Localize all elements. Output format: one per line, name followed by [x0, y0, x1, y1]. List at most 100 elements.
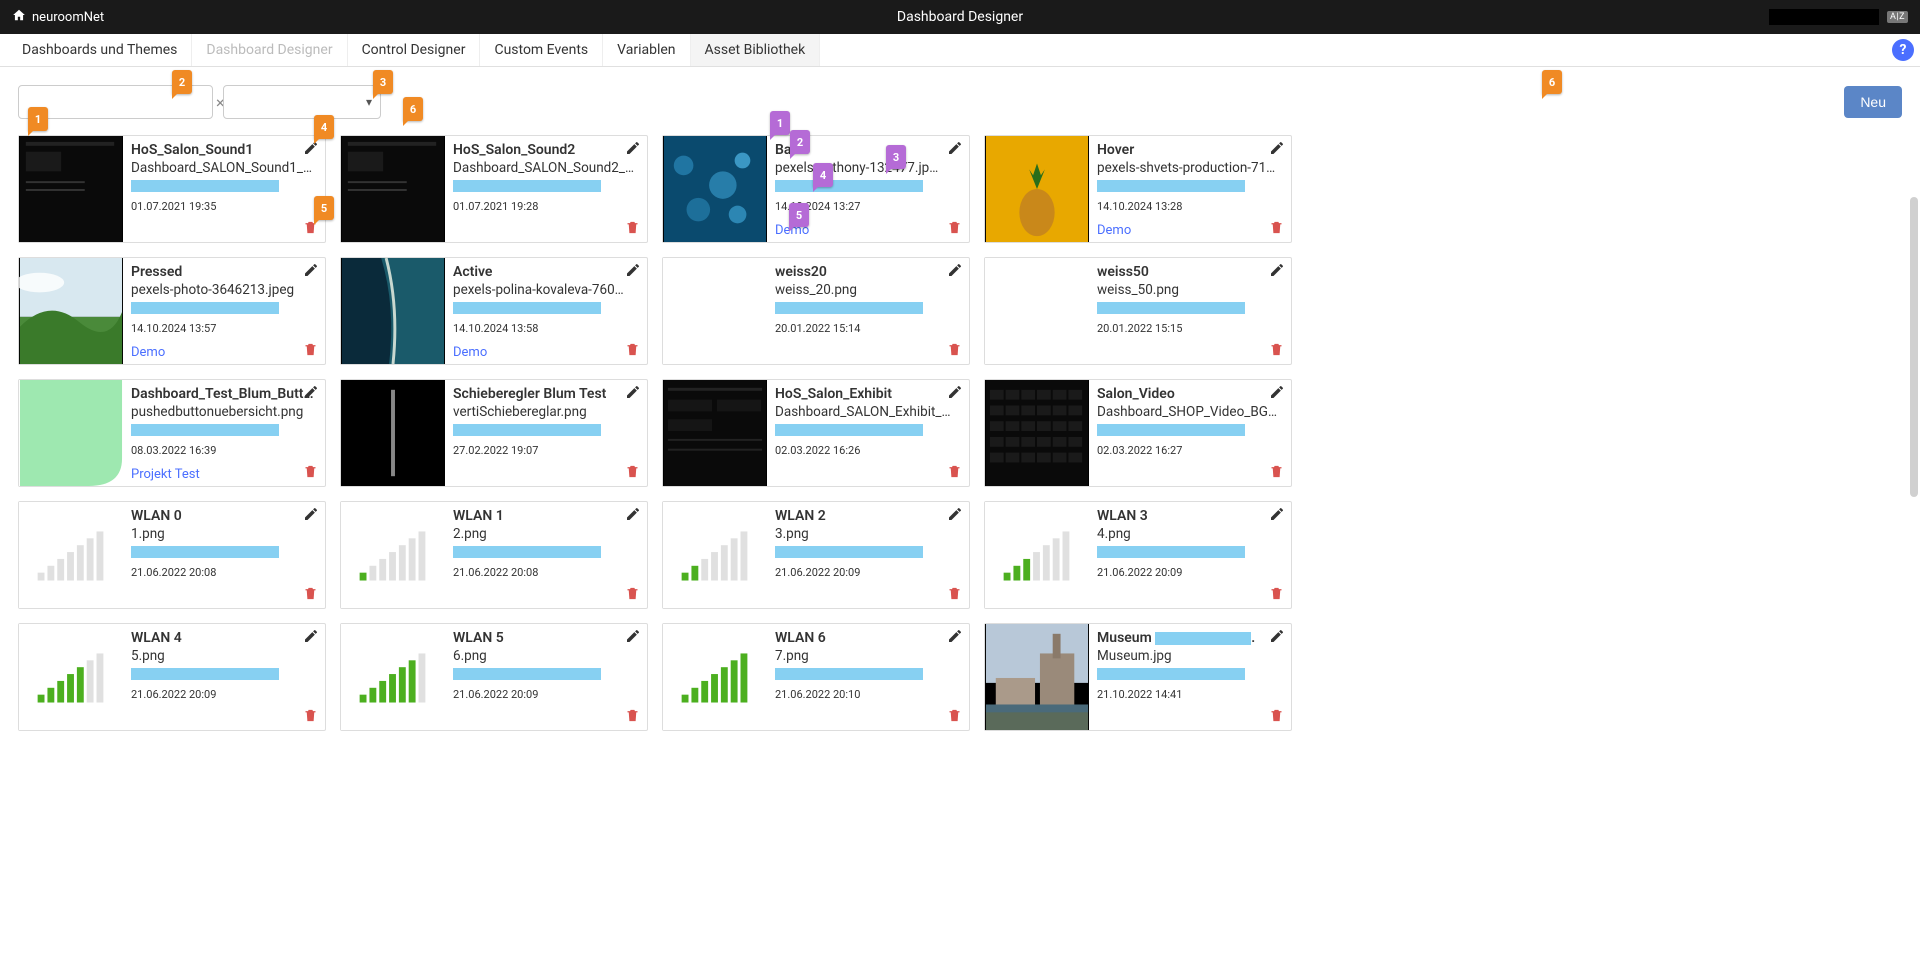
scrollbar[interactable] [1910, 157, 1918, 731]
asset-tag[interactable]: Projekt Test [131, 467, 319, 482]
new-button[interactable]: Neu [1844, 86, 1902, 118]
tab-custom-events[interactable]: Custom Events [480, 34, 603, 66]
edit-icon[interactable] [625, 262, 643, 280]
asset-card[interactable]: WLAN 6 7.png 21.06.2022 20:10 [662, 623, 970, 731]
asset-card[interactable]: Dashboard_Test_Blum_Butto… pushedbuttonu… [18, 379, 326, 487]
edit-icon[interactable] [303, 628, 321, 646]
delete-icon[interactable] [1269, 708, 1287, 726]
asset-thumbnail [341, 502, 445, 608]
highlight-bar [1097, 302, 1245, 314]
edit-icon[interactable] [1269, 506, 1287, 524]
edit-icon[interactable] [303, 506, 321, 524]
asset-filename: Dashboard_SALON_Sound1_… [131, 160, 319, 176]
edit-icon[interactable] [625, 384, 643, 402]
asset-filename: Dashboard_SHOP_Video_BG… [1097, 404, 1285, 420]
asset-filename: 4.png [1097, 526, 1285, 542]
edit-icon[interactable] [947, 140, 965, 158]
edit-icon[interactable] [303, 262, 321, 280]
asset-card[interactable]: WLAN 3 4.png 21.06.2022 20:09 [984, 501, 1292, 609]
asset-thumbnail [663, 136, 767, 242]
brand[interactable]: neuroomNet [12, 8, 104, 26]
asset-card[interactable]: WLAN 2 3.png 21.06.2022 20:09 [662, 501, 970, 609]
asset-title: WLAN 1 [453, 508, 641, 524]
asset-card[interactable]: WLAN 0 1.png 21.06.2022 20:08 [18, 501, 326, 609]
asset-date: 20.01.2022 15:15 [1097, 322, 1285, 335]
asset-card[interactable]: HoS_Salon_Exhibit Dashboard_SALON_Exhibi… [662, 379, 970, 487]
asset-date: 02.03.2022 16:27 [1097, 444, 1285, 457]
edit-icon[interactable] [1269, 140, 1287, 158]
edit-icon[interactable] [625, 628, 643, 646]
delete-icon[interactable] [1269, 464, 1287, 482]
edit-icon[interactable] [625, 140, 643, 158]
tab-variablen[interactable]: Variablen [603, 34, 690, 66]
delete-icon[interactable] [625, 342, 643, 360]
delete-icon[interactable] [625, 586, 643, 604]
delete-icon[interactable] [947, 220, 965, 238]
edit-icon[interactable] [1269, 262, 1287, 280]
delete-icon[interactable] [303, 586, 321, 604]
asset-card[interactable]: WLAN 1 2.png 21.06.2022 20:08 [340, 501, 648, 609]
asset-card[interactable]: weiss50 weiss_50.png 20.01.2022 15:15 [984, 257, 1292, 365]
delete-icon[interactable] [303, 464, 321, 482]
delete-icon[interactable] [303, 708, 321, 726]
edit-icon[interactable] [1269, 384, 1287, 402]
tab-control-designer[interactable]: Control Designer [348, 34, 481, 66]
tab-asset-bibliothek[interactable]: Asset Bibliothek [691, 34, 821, 66]
delete-icon[interactable] [625, 708, 643, 726]
highlight-bar [453, 180, 601, 192]
asset-thumbnail [663, 502, 767, 608]
asset-title: WLAN 0 [131, 508, 319, 524]
asset-thumbnail [985, 136, 1089, 242]
delete-icon[interactable] [625, 220, 643, 238]
highlight-bar [453, 668, 601, 680]
delete-icon[interactable] [303, 342, 321, 360]
asset-card[interactable]: Active pexels-polina-kovaleva-760… 14.10… [340, 257, 648, 365]
asset-card[interactable]: WLAN 4 5.png 21.06.2022 20:09 [18, 623, 326, 731]
delete-icon[interactable] [947, 342, 965, 360]
edit-icon[interactable] [947, 384, 965, 402]
asset-card[interactable]: WLAN 5 6.png 21.06.2022 20:09 [340, 623, 648, 731]
help-icon[interactable]: ? [1892, 39, 1914, 61]
asset-card[interactable]: HoS_Salon_Sound2 Dashboard_SALON_Sound2_… [340, 135, 648, 243]
asset-tag[interactable]: Demo [453, 345, 641, 360]
asset-card[interactable]: weiss20 weiss_20.png 20.01.2022 15:14 [662, 257, 970, 365]
edit-icon[interactable] [947, 262, 965, 280]
delete-icon[interactable] [1269, 586, 1287, 604]
annotation-marker: 1 [770, 111, 790, 135]
asset-tag[interactable]: Demo [131, 345, 319, 360]
filter-dropdown[interactable] [223, 85, 381, 119]
annotation-marker: 6 [1542, 70, 1562, 94]
delete-icon[interactable] [947, 708, 965, 726]
asset-thumbnail [985, 258, 1089, 364]
edit-icon[interactable] [303, 384, 321, 402]
annotation-marker: 3 [886, 145, 906, 169]
delete-icon[interactable] [947, 586, 965, 604]
edit-icon[interactable] [625, 506, 643, 524]
asset-card[interactable]: Salon_Video Dashboard_SHOP_Video_BG… 02.… [984, 379, 1292, 487]
highlight-bar [1155, 632, 1251, 645]
highlight-bar [1097, 424, 1245, 436]
asset-thumbnail [663, 380, 767, 486]
edit-icon[interactable] [1269, 628, 1287, 646]
asset-thumbnail [341, 624, 445, 730]
asset-title: Schieberegler Blum Test [453, 386, 641, 402]
asset-card[interactable]: Museum . Museum.jpg 21.10.2022 14:41 [984, 623, 1292, 731]
delete-icon[interactable] [625, 464, 643, 482]
asset-tag[interactable]: Demo [1097, 223, 1285, 238]
asset-card[interactable]: Schieberegler Blum Test vertiSchieberegl… [340, 379, 648, 487]
delete-icon[interactable] [1269, 342, 1287, 360]
delete-icon[interactable] [1269, 220, 1287, 238]
edit-icon[interactable] [947, 506, 965, 524]
asset-card[interactable]: Hover pexels-shvets-production-71… 14.10… [984, 135, 1292, 243]
delete-icon[interactable] [947, 464, 965, 482]
highlight-bar [453, 424, 601, 436]
asset-card[interactable]: Pressed pexels-photo-3646213.jpeg 14.10.… [18, 257, 326, 365]
highlight-bar [453, 302, 601, 314]
asset-title: Museum . [1097, 630, 1285, 646]
tab-dashboards-und-themes[interactable]: Dashboards und Themes [8, 34, 192, 66]
asset-thumbnail [19, 502, 123, 608]
page-title: Dashboard Designer [897, 9, 1023, 25]
edit-icon[interactable] [947, 628, 965, 646]
lang-badge[interactable]: A|Z [1887, 11, 1908, 23]
asset-card[interactable]: HoS_Salon_Sound1 Dashboard_SALON_Sound1_… [18, 135, 326, 243]
